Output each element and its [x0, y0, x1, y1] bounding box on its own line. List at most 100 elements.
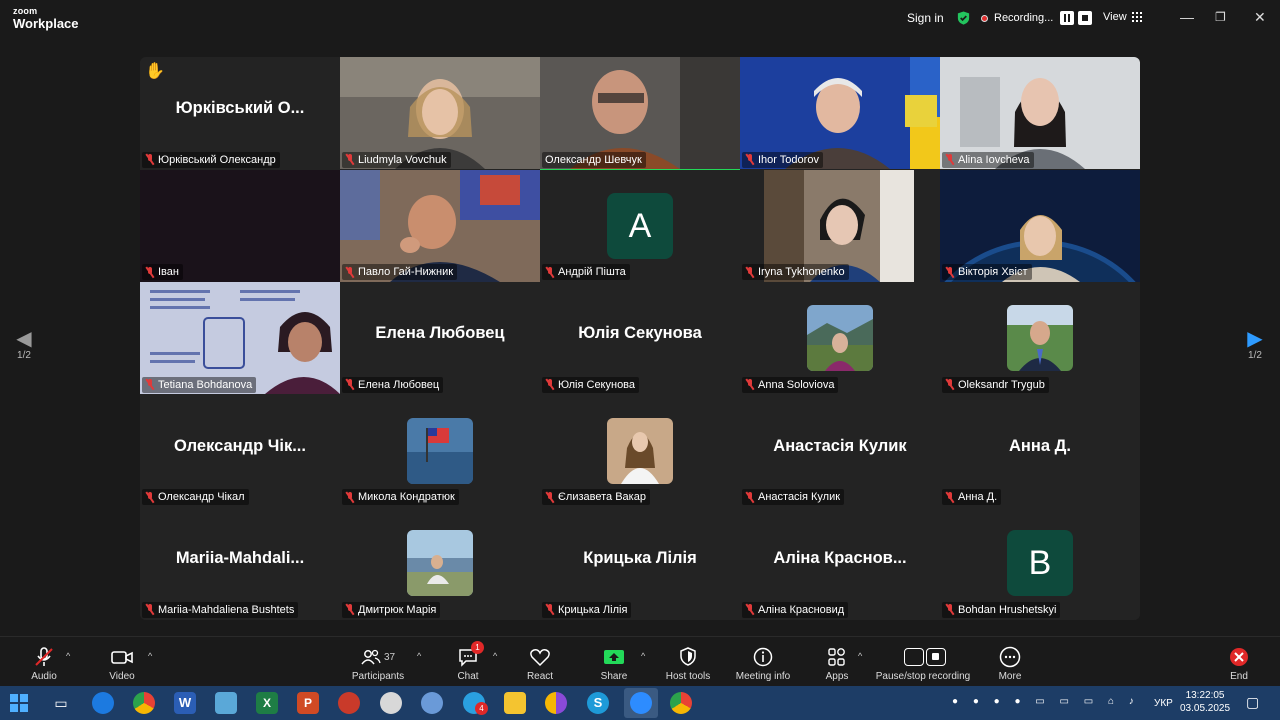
- meeting-info-button[interactable]: Meeting info: [734, 645, 792, 682]
- participant-tile[interactable]: Дмитрюк Марія: [340, 507, 540, 620]
- system-tray-icons[interactable]: ● ● ● ● ▭ ▭ ▭ ⌂ ♪: [952, 696, 1140, 707]
- participant-label: Анастасія Кулик: [742, 489, 845, 506]
- notifications-icon[interactable]: ▢: [1246, 694, 1259, 711]
- participant-tile[interactable]: Tetiana Bohdanova: [140, 282, 340, 395]
- mic-muted-icon: [945, 604, 955, 615]
- mic-muted-icon: [145, 154, 155, 165]
- participant-tile[interactable]: Микола Кондратюк: [340, 394, 540, 508]
- pause-stop-label: Pause/stop recording: [875, 671, 971, 682]
- participant-tile[interactable]: Ihor Todorov: [740, 57, 940, 170]
- video-button[interactable]: Video: [106, 645, 138, 682]
- file-explorer-icon[interactable]: [504, 692, 526, 714]
- skype-icon[interactable]: S: [587, 692, 609, 714]
- participant-tile[interactable]: Анна Д. Анна Д.: [940, 394, 1140, 508]
- app-icon[interactable]: [380, 692, 402, 714]
- chrome-icon[interactable]: [133, 692, 155, 714]
- previous-page-button[interactable]: ◀ 1/2: [12, 328, 36, 361]
- end-label: End: [1230, 671, 1248, 682]
- powerpoint-icon[interactable]: P: [297, 692, 319, 714]
- participant-tile[interactable]: Єлизавета Вакар: [540, 394, 740, 508]
- mic-muted-icon: [545, 266, 555, 278]
- host-tools-button[interactable]: Host tools: [664, 645, 712, 682]
- chat-options-chevron-icon[interactable]: ^: [493, 651, 497, 661]
- share-options-chevron-icon[interactable]: ^: [641, 651, 645, 661]
- view-button[interactable]: View: [1103, 11, 1142, 23]
- chrome-icon[interactable]: [670, 692, 692, 714]
- app-icon[interactable]: [338, 692, 360, 714]
- stop-icon: [926, 648, 946, 666]
- participant-name: Oleksandr Trygub: [958, 378, 1045, 391]
- participant-name: Крицька Лілія: [558, 603, 628, 616]
- participants-label: Participants: [351, 671, 405, 682]
- participant-label: Mariia-Mahdaliena Bushtets: [142, 601, 299, 618]
- participant-label: Iryna Tykhonenko: [742, 264, 849, 281]
- word-icon[interactable]: W: [174, 692, 196, 714]
- participants-button[interactable]: 37 Participants: [350, 645, 406, 682]
- language-indicator[interactable]: УКР: [1154, 698, 1173, 709]
- pause-stop-recording-button[interactable]: Pause/stop recording: [874, 645, 972, 682]
- participant-label: Іван: [142, 264, 183, 281]
- participant-tile[interactable]: Mariia-Mahdali... Mariia-Mahdaliena Bush…: [140, 507, 340, 620]
- participant-tile[interactable]: Іван: [140, 169, 340, 283]
- sign-in-link[interactable]: Sign in: [907, 11, 944, 25]
- participant-tile[interactable]: Олександр Чік... Олександр Чікал: [140, 394, 340, 508]
- encryption-shield-icon[interactable]: [956, 10, 971, 26]
- participant-name: Liudmyla Vovchuk: [358, 153, 447, 166]
- video-options-chevron-icon[interactable]: ^: [148, 651, 152, 661]
- participant-tile[interactable]: Oleksandr Trygub: [940, 282, 1140, 395]
- stop-recording-button[interactable]: [1078, 11, 1093, 25]
- share-button[interactable]: Share: [598, 645, 630, 682]
- app-icon[interactable]: [421, 692, 443, 714]
- mic-muted-icon: [545, 491, 555, 503]
- participant-tile[interactable]: Iryna Tykhonenko: [740, 169, 940, 283]
- participant-name: Аліна Красновид: [758, 603, 845, 616]
- close-window-icon[interactable]: ✕: [1254, 9, 1266, 26]
- end-meeting-button[interactable]: End: [1226, 645, 1252, 682]
- taskbar-clock[interactable]: 13:22:05 03.05.2025: [1180, 689, 1230, 715]
- participants-options-chevron-icon[interactable]: ^: [417, 651, 421, 661]
- participant-tile[interactable]: Вікторія Хвіст: [940, 169, 1140, 283]
- excel-icon[interactable]: X: [256, 692, 278, 714]
- react-button[interactable]: React: [524, 645, 556, 682]
- view-label: View: [1103, 11, 1127, 23]
- participant-tile[interactable]: Liudmyla Vovchuk: [340, 57, 540, 170]
- chat-button[interactable]: 1 Chat: [452, 641, 484, 682]
- minimize-window-icon[interactable]: —: [1180, 9, 1194, 25]
- windows-start-icon[interactable]: [10, 694, 28, 712]
- participant-name: Павло Гай-Нижник: [358, 266, 454, 279]
- participant-tile[interactable]: Alina Iovcheva: [940, 57, 1140, 170]
- next-page-button[interactable]: ▶ 1/2: [1243, 328, 1267, 361]
- participant-tile[interactable]: Аліна Краснов... Аліна Красновид: [740, 507, 940, 620]
- participant-tile[interactable]: Anna Soloviova: [740, 282, 940, 395]
- participant-tile-active-speaker[interactable]: Олександр Шевчук: [540, 57, 740, 170]
- apps-button[interactable]: Apps: [822, 645, 852, 682]
- chat-unread-badge: 1: [471, 641, 484, 654]
- telegram-icon[interactable]: 4: [463, 692, 488, 715]
- app-icon[interactable]: [545, 692, 567, 714]
- participant-name: Юлія Секунова: [558, 378, 636, 391]
- restore-window-icon[interactable]: ❐: [1215, 10, 1226, 24]
- participant-tile[interactable]: Павло Гай-Нижник: [340, 169, 540, 283]
- audio-button[interactable]: Audio: [28, 645, 60, 682]
- audio-options-chevron-icon[interactable]: ^: [66, 651, 70, 661]
- pause-recording-button[interactable]: [1060, 11, 1075, 25]
- more-button[interactable]: More: [996, 645, 1024, 682]
- participant-avatar: [807, 305, 873, 372]
- task-view-icon[interactable]: ▭: [50, 692, 72, 714]
- participant-tile[interactable]: Крицька Лілія Крицька Лілія: [540, 507, 740, 620]
- participant-tile[interactable]: A Андрій Пішта: [540, 169, 740, 283]
- participant-tile[interactable]: Анастасія Кулик Анастасія Кулик: [740, 394, 940, 508]
- edge-browser-icon[interactable]: [92, 692, 114, 714]
- notepad-icon[interactable]: [215, 692, 237, 714]
- zoom-taskbar-button[interactable]: [624, 688, 658, 718]
- participants-icon: [361, 649, 381, 665]
- participant-tile[interactable]: Елена Любовец Елена Любовец: [340, 282, 540, 395]
- meeting-info-label: Meeting info: [735, 671, 791, 682]
- apps-options-chevron-icon[interactable]: ^: [858, 651, 862, 661]
- participant-tile[interactable]: ✋ Юрківський О... Юрківський Олександр: [140, 57, 340, 170]
- participant-tile[interactable]: Юлія Секунова Юлія Секунова: [540, 282, 740, 395]
- clock-time: 13:22:05: [1185, 690, 1225, 701]
- raised-hand-icon: ✋: [145, 63, 165, 80]
- participant-tile[interactable]: B Bohdan Hrushetskyi: [940, 507, 1140, 620]
- participant-label: Anna Soloviova: [742, 376, 839, 393]
